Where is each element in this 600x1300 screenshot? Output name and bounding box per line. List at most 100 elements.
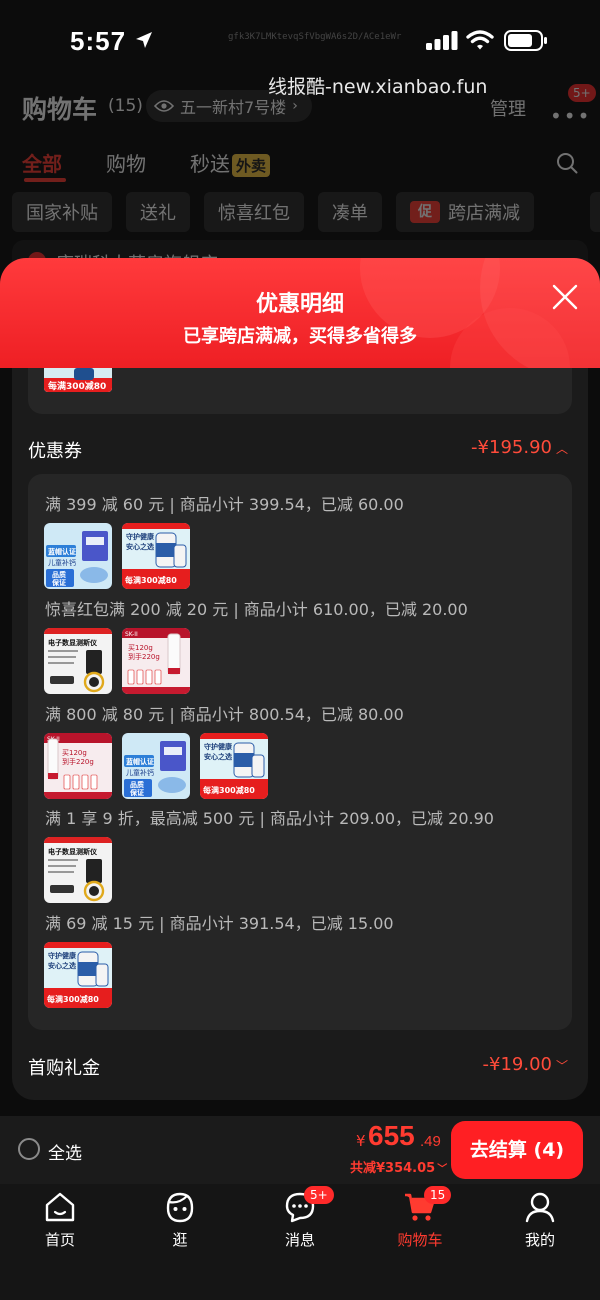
nav-cart-label: 购物车 <box>397 1231 443 1249</box>
product-text: 儿童补钙 <box>48 558 76 567</box>
filter-surprise-redpacket[interactable]: 惊喜红包 <box>204 192 304 232</box>
product-thumbnail-partial: 每满300减80 <box>44 368 112 392</box>
product-text: 电子数显测斯仪 <box>48 847 98 856</box>
product-text: 品质 <box>130 780 144 789</box>
product-thumbnail-fish-oil[interactable]: 守护健康 安心之选 每满300减80 <box>44 942 112 1008</box>
close-icon[interactable] <box>552 284 578 310</box>
product-text: 守护健康 <box>126 532 155 541</box>
coupon-line: 惊喜红包满 200 减 20 元 | 商品小计 610.00，已减 20.00 <box>45 600 468 619</box>
product-text: 每满300减80 <box>125 575 177 585</box>
currency-symbol: ¥ <box>356 1132 366 1150</box>
tab-instant-label: 秒送 <box>190 152 230 176</box>
search-icon[interactable] <box>556 152 578 174</box>
product-thumbnail-skincare[interactable]: SK-II 买120g 到手220g <box>122 628 190 694</box>
product-text: 安心之选 <box>204 752 232 761</box>
coupon-line: 满 800 减 80 元 | 商品小计 800.54，已减 80.00 <box>45 705 404 724</box>
product-thumbnail-kids-calcium[interactable]: 蓝帽认证 儿童补钙 品质 保证 <box>44 523 112 589</box>
chevron-right-icon: › <box>292 98 298 114</box>
product-text: 安心之选 <box>48 961 76 970</box>
message-badge: 5+ <box>304 1186 334 1204</box>
product-text: 买120g <box>128 644 153 652</box>
product-text: 保证 <box>129 788 144 797</box>
product-text: 到手220g <box>62 757 94 766</box>
first-buy-section-title: 首购礼金 <box>28 1058 100 1079</box>
total-saved[interactable]: 共减¥354.05 ﹀ <box>350 1157 447 1176</box>
select-all-radio[interactable] <box>18 1138 40 1160</box>
nav-messages-label: 消息 <box>284 1231 315 1249</box>
product-thumbnail-kids-calcium[interactable]: 蓝帽认证 儿童补钙 品质 保证 <box>122 733 190 799</box>
nav-cart[interactable]: 购物车 15 <box>380 1186 460 1250</box>
filter-cross-store[interactable]: 促跨店满减 <box>396 192 534 232</box>
coupon-line: 满 69 减 15 元 | 商品小计 391.54，已减 15.00 <box>45 914 394 933</box>
nav-me-label: 我的 <box>524 1231 555 1249</box>
filter-overflow <box>590 192 600 232</box>
tab-instant[interactable]: 秒送 外卖 <box>190 148 271 177</box>
more-badge: 5+ <box>568 84 596 102</box>
product-text: 每满300减80 <box>47 994 99 1004</box>
total-price-decimal: .49 <box>420 1133 441 1150</box>
coupon-total: -¥195.90 <box>471 437 552 458</box>
cart-tabs: 全部 购物 秒送 外卖 <box>22 148 314 177</box>
product-text: 买120g <box>62 749 87 757</box>
nav-messages[interactable]: 消息 5+ <box>260 1186 340 1250</box>
filter-gift[interactable]: 送礼 <box>126 192 190 232</box>
product-thumbnail-skincare[interactable]: SK-II 买120g 到手220g <box>44 733 112 799</box>
product-thumbnail-fish-oil[interactable]: 守护健康 安心之选 每满300减80 <box>122 523 190 589</box>
product-thumbnail-scale[interactable]: 电子数显测斯仪 <box>44 628 112 694</box>
filter-cross-store-label: 跨店满减 <box>448 203 520 224</box>
filter-national-subsidy[interactable]: 国家补贴 <box>12 192 112 232</box>
coupon-line: 满 399 减 60 元 | 商品小计 399.54，已减 60.00 <box>45 495 404 514</box>
nav-home[interactable]: 首页 <box>20 1190 100 1250</box>
cart-count: (15) <box>108 96 143 116</box>
coupon-section-title: 优惠券 <box>28 441 82 462</box>
chevron-down-icon: ﹀ <box>555 1059 568 1073</box>
product-text: 蓝帽认证 <box>48 547 76 556</box>
active-tab-indicator <box>24 178 66 182</box>
product-thumbnail-scale[interactable]: 电子数显测斯仪 <box>44 837 112 903</box>
product-text: 儿童补钙 <box>126 768 154 777</box>
sheet-subtitle: 已享跨店满减，买得多省得多 <box>183 326 417 347</box>
profile-icon <box>525 1192 555 1223</box>
select-all-label[interactable]: 全选 <box>48 1139 82 1164</box>
waimai-badge: 外卖 <box>232 154 271 177</box>
total-saved-label: 共减¥354.05 <box>350 1161 436 1176</box>
eye-icon <box>154 100 174 112</box>
tab-shopping[interactable]: 购物 <box>106 148 146 177</box>
product-text: 保证 <box>51 578 66 587</box>
product-text: 守护健康 <box>48 951 77 960</box>
coupon-line: 满 1 享 9 折，最高减 500 元 | 商品小计 209.00，已减 20.… <box>45 809 494 828</box>
chevron-up-icon: ︿ <box>555 442 568 456</box>
product-text: 到手220g <box>128 652 160 661</box>
product-text: 蓝帽认证 <box>126 757 154 766</box>
nav-home-label: 首页 <box>44 1231 75 1249</box>
nav-me[interactable]: 我的 <box>500 1190 580 1250</box>
page-title: 购物车 <box>22 95 98 124</box>
checkout-button[interactable]: 去结算 (4) <box>451 1121 583 1179</box>
filter-chips: 国家补贴 送礼 惊喜红包 凑单 促跨店满减 <box>12 192 534 232</box>
total-price-integer: 655 <box>368 1120 415 1151</box>
filter-add-on[interactable]: 凑单 <box>318 192 382 232</box>
nav-browse-label: 逛 <box>172 1231 188 1249</box>
product-text: 守护健康 <box>204 742 233 751</box>
product-text: 电子数显测斯仪 <box>48 638 98 647</box>
product-thumbnail-fish-oil[interactable]: 守护健康 安心之选 每满300减80 <box>200 733 268 799</box>
sheet-header: 优惠明细 已享跨店满减，买得多省得多 <box>0 258 600 368</box>
chevron-down-icon: ﹀ <box>437 1164 448 1175</box>
product-text: 安心之选 <box>126 542 154 551</box>
manage-button[interactable]: 管理 <box>490 95 526 121</box>
tab-all[interactable]: 全部 <box>22 148 62 177</box>
sheet-title: 优惠明细 <box>255 292 344 317</box>
product-text: SK-II <box>125 631 138 638</box>
product-text: 品质 <box>52 570 66 579</box>
cart-badge: 15 <box>424 1186 452 1204</box>
home-icon <box>45 1192 75 1222</box>
nav-browse[interactable]: 逛 <box>140 1190 220 1250</box>
promo-text: 每满300减80 <box>48 380 106 392</box>
promo-tag: 促 <box>410 201 440 223</box>
first-buy-total: -¥19.00 <box>482 1054 552 1075</box>
product-text: 每满300减80 <box>203 785 255 795</box>
first-buy-section-amount[interactable]: -¥19.00 ﹀ <box>483 1054 569 1075</box>
more-icon[interactable]: ••• <box>550 104 591 128</box>
watermark: 线报酷-new.xianbao.fun <box>268 76 488 98</box>
coupon-section-amount[interactable]: -¥195.90 ︿ <box>471 437 568 458</box>
